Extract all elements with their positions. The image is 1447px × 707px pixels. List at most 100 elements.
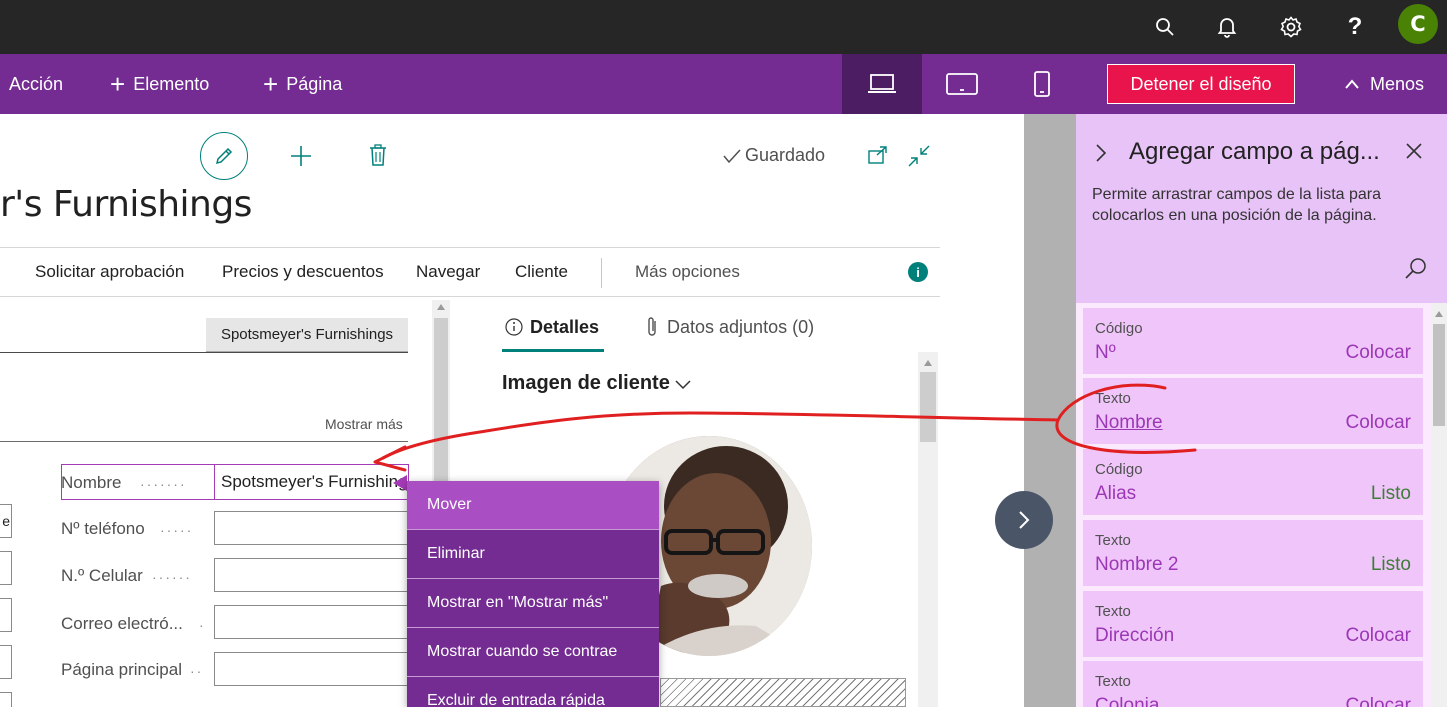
field-label-email: Correo electró... bbox=[61, 614, 183, 633]
trash-icon[interactable] bbox=[366, 142, 390, 168]
help-icon[interactable]: ? bbox=[1338, 10, 1372, 44]
menu-item-delete[interactable]: Eliminar bbox=[407, 530, 659, 579]
plus-icon[interactable] bbox=[286, 142, 316, 170]
add-element-button[interactable]: + Elemento bbox=[110, 54, 209, 114]
field-card[interactable]: Texto Nombre Colocar bbox=[1083, 378, 1423, 444]
pane-title: Agregar campo a pág... bbox=[1129, 138, 1380, 165]
pane-header: Agregar campo a pág... Permite arrastrar… bbox=[1076, 114, 1447, 303]
chevron-down-icon bbox=[675, 379, 691, 389]
saved-label: Guardado bbox=[745, 145, 826, 165]
pencil-icon bbox=[215, 147, 233, 165]
chevron-right-icon[interactable] bbox=[1094, 142, 1108, 164]
field-card[interactable]: Código Alias Listo bbox=[1083, 449, 1423, 515]
cut-off-field[interactable] bbox=[0, 692, 12, 707]
menu-item-show-collapsed[interactable]: Mostrar cuando se contrae bbox=[407, 628, 659, 677]
bell-icon[interactable] bbox=[1210, 10, 1244, 44]
saved-status: Guardado bbox=[722, 145, 825, 166]
edit-button[interactable] bbox=[200, 132, 248, 180]
field-card[interactable]: Texto Nombre 2 Listo bbox=[1083, 520, 1423, 586]
action-menu[interactable]: Acción bbox=[9, 54, 63, 114]
pane-scrollbar-thumb[interactable] bbox=[1433, 324, 1445, 426]
ready-status: Listo bbox=[1370, 554, 1411, 575]
place-action[interactable]: Colocar bbox=[1346, 695, 1411, 707]
field-type: Texto bbox=[1095, 673, 1131, 690]
user-avatar[interactable]: C bbox=[1398, 4, 1438, 44]
action-more-options[interactable]: Más opciones bbox=[635, 248, 740, 296]
cut-off-field[interactable] bbox=[0, 645, 12, 679]
mobile-field[interactable] bbox=[214, 558, 408, 592]
less-label: Menos bbox=[1370, 73, 1425, 94]
leader-dots: ·· bbox=[190, 663, 204, 679]
field-name: Colonia bbox=[1095, 695, 1160, 707]
action-label: Acción bbox=[9, 73, 64, 94]
scroll-up-arrow-icon[interactable] bbox=[1434, 310, 1444, 318]
leader-dots: ····· bbox=[160, 522, 194, 538]
menu-item-move[interactable]: Mover bbox=[407, 481, 659, 530]
info-icon[interactable]: i bbox=[908, 262, 928, 282]
cut-off-field[interactable]: e bbox=[0, 504, 12, 538]
page-title: r's Furnishings bbox=[0, 184, 252, 225]
menu-item-exclude-quick-entry[interactable]: Excluir de entrada rápida bbox=[407, 677, 659, 707]
action-navigate[interactable]: Navegar bbox=[416, 248, 480, 296]
leader-dots: ······· bbox=[140, 476, 187, 492]
tab-details[interactable]: Detalles bbox=[504, 312, 599, 342]
field-name: Nombre 2 bbox=[1095, 554, 1179, 575]
email-field[interactable] bbox=[214, 605, 408, 639]
field-list: Código Nº Colocar Texto Nombre Colocar C… bbox=[1076, 303, 1447, 707]
field-card[interactable]: Texto Colonia Colocar bbox=[1083, 661, 1423, 707]
field-type: Texto bbox=[1095, 532, 1131, 549]
cut-off-field[interactable] bbox=[0, 551, 12, 585]
open-new-window-icon[interactable] bbox=[866, 144, 890, 166]
field-card[interactable]: Código Nº Colocar bbox=[1083, 308, 1423, 374]
scroll-up-arrow-icon[interactable] bbox=[923, 359, 933, 367]
gear-icon[interactable] bbox=[1274, 10, 1308, 44]
add-page-button[interactable]: + Página bbox=[263, 54, 342, 114]
details-scrollbar-thumb[interactable] bbox=[920, 372, 936, 442]
action-customer[interactable]: Cliente bbox=[515, 248, 568, 296]
divider bbox=[0, 352, 408, 353]
cut-off-field[interactable] bbox=[0, 598, 12, 632]
field-card[interactable]: Texto Dirección Colocar bbox=[1083, 591, 1423, 657]
place-action[interactable]: Colocar bbox=[1346, 342, 1411, 364]
phone-icon[interactable] bbox=[1002, 54, 1082, 114]
field-label-mobile: N.º Celular bbox=[61, 566, 143, 585]
placeholder-image bbox=[660, 678, 906, 707]
place-action[interactable]: Colocar bbox=[1346, 412, 1411, 434]
phone-field[interactable] bbox=[214, 511, 408, 545]
stop-design-button[interactable]: Detener el diseño bbox=[1107, 64, 1295, 104]
ready-status: Listo bbox=[1370, 483, 1411, 504]
leader-dots: ······ bbox=[152, 569, 192, 585]
design-bar: Acción + Elemento + Página Detener el dise… bbox=[0, 54, 1447, 114]
laptop-icon[interactable] bbox=[842, 54, 922, 114]
add-field-pane: Agregar campo a pág... Permite arrastrar… bbox=[1076, 114, 1447, 707]
close-icon[interactable] bbox=[1405, 142, 1423, 160]
tab-attachments[interactable]: Datos adjuntos (0) bbox=[645, 312, 814, 342]
homepage-field[interactable] bbox=[214, 652, 408, 686]
name-field[interactable]: Spotsmeyer's Furnishings bbox=[214, 465, 408, 499]
pane-description: Permite arrastrar campos de la lista par… bbox=[1092, 186, 1381, 224]
menu-item-show-more[interactable]: Mostrar en "Mostrar más" bbox=[407, 579, 659, 628]
search-icon[interactable] bbox=[1148, 10, 1182, 44]
leader-dots: · bbox=[199, 617, 206, 633]
action-prices-discounts[interactable]: Precios y descuentos bbox=[222, 248, 384, 296]
image-section-heading[interactable]: Imagen de cliente bbox=[502, 372, 692, 395]
action-request-approval[interactable]: Solicitar aprobación bbox=[35, 248, 184, 296]
element-label: Elemento bbox=[133, 73, 210, 94]
next-page-button[interactable] bbox=[995, 491, 1053, 549]
field-context-menu: Mover Eliminar Mostrar en "Mostrar más" … bbox=[407, 481, 659, 707]
top-bar: ? C bbox=[0, 0, 1447, 54]
page-label: Página bbox=[286, 73, 343, 94]
tab-details-label: Detalles bbox=[530, 316, 600, 337]
field-label-homepage: Página principal bbox=[61, 660, 182, 679]
scroll-up-arrow-icon[interactable] bbox=[436, 303, 446, 311]
drag-handle[interactable] bbox=[393, 475, 407, 491]
collapse-menu-button[interactable]: Menos bbox=[1344, 54, 1424, 114]
tablet-icon[interactable] bbox=[922, 54, 1002, 114]
place-action[interactable]: Colocar bbox=[1346, 625, 1411, 647]
checkmark-icon bbox=[723, 148, 741, 163]
show-more-link[interactable]: Mostrar más bbox=[325, 416, 403, 432]
collapse-icon[interactable] bbox=[906, 143, 932, 169]
field-name: Nº bbox=[1095, 342, 1116, 363]
field-type: Texto bbox=[1095, 390, 1131, 407]
search-icon[interactable] bbox=[1404, 256, 1428, 280]
